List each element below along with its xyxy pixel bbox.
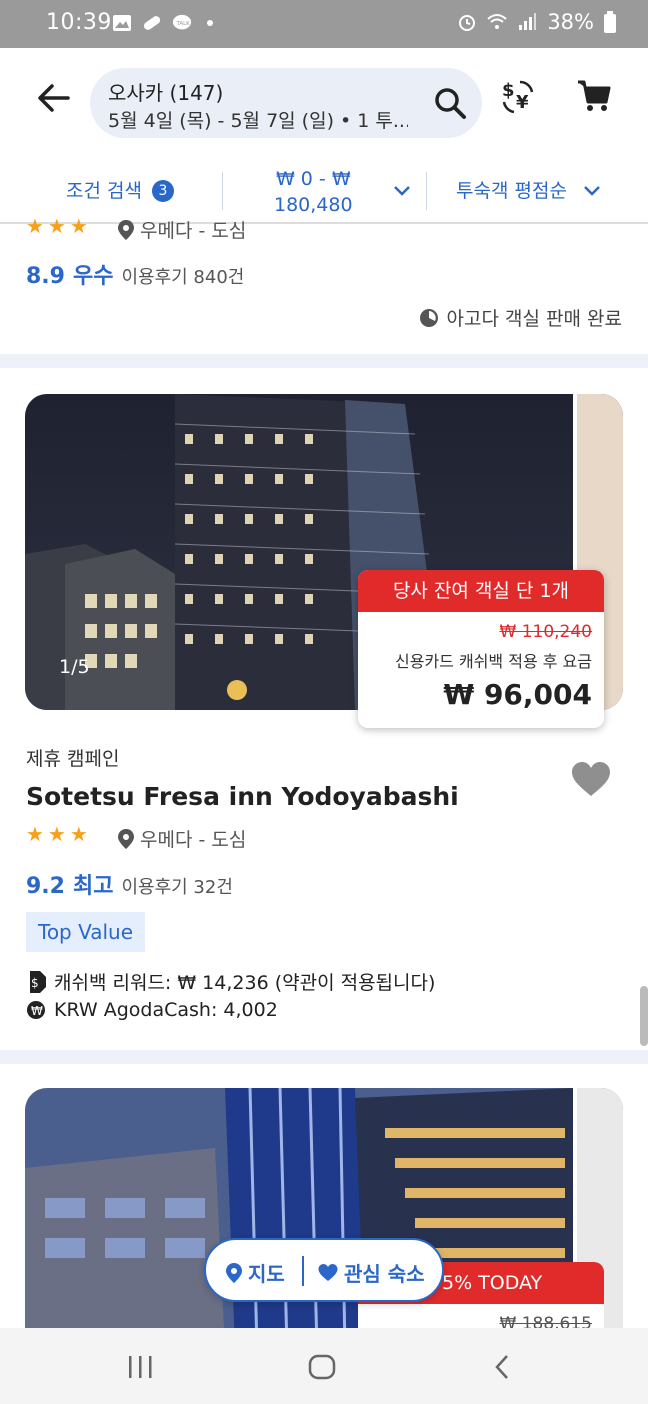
card-separator xyxy=(0,354,648,368)
sold-out-text: 아고다 객실 판매 완료 xyxy=(446,308,622,330)
location-pin-icon xyxy=(118,219,134,240)
rating-word: 우수 xyxy=(72,264,114,289)
cart-icon[interactable] xyxy=(576,78,612,114)
gallery-icon xyxy=(113,15,131,31)
location-pin-icon xyxy=(118,828,134,849)
system-icons: 38% xyxy=(457,10,616,34)
wifi-icon xyxy=(487,14,507,29)
agodacash-row: ₩ KRW AgodaCash: 4,002 xyxy=(26,999,278,1021)
dates-guests-text: 5월 4일 (목) - 5월 7일 (일) • 1 투... xyxy=(108,110,408,132)
chevron-down-icon[interactable] xyxy=(582,184,602,198)
review-count: 이용후기 840건 xyxy=(121,267,245,288)
sort-label: 투숙객 평점순 xyxy=(456,180,567,202)
price-range-button[interactable]: ₩ 0 - ₩ 180,480 xyxy=(274,166,353,218)
hotel-star-rating: ★★★ xyxy=(26,822,92,846)
campaign-label: 제휴 캠페인 xyxy=(26,748,120,770)
cashback-icon: $ xyxy=(30,970,46,993)
svg-text:TALK: TALK xyxy=(176,21,191,27)
rating-score: 9.2 xyxy=(26,874,65,899)
scrollbar-thumb[interactable] xyxy=(640,986,648,1046)
notification-icons: TALK xyxy=(112,13,222,33)
price-note: 신용카드 캐쉬백 적용 후 요금 xyxy=(395,652,592,671)
agodacash-icon: ₩ xyxy=(27,1001,45,1019)
filter-count-badge: 3 xyxy=(152,180,175,202)
svg-text:$: $ xyxy=(502,80,515,101)
filter-divider xyxy=(426,172,427,210)
alarm-icon xyxy=(459,15,476,31)
prev-card-location: 우메다 - 도심 xyxy=(118,216,246,243)
rooms-left-banner: 당사 잔여 객실 단 1개 xyxy=(358,570,604,612)
final-price: ₩ 96,004 xyxy=(443,678,592,711)
search-summary-bar[interactable]: 오사카 (147) 5월 4일 (목) - 5월 7일 (일) • 1 투... xyxy=(90,68,482,138)
location-text: 우메다 - 도심 xyxy=(140,220,247,242)
agodacash-text: KRW AgodaCash: 4,002 xyxy=(54,999,278,1021)
chevron-down-icon[interactable] xyxy=(392,184,412,198)
svg-text:₩: ₩ xyxy=(31,1004,43,1018)
map-favorites-pill: 지도 관심 숙소 xyxy=(204,1238,444,1302)
favorites-label: 관심 숙소 xyxy=(344,1262,425,1286)
svg-text:$: $ xyxy=(31,976,39,990)
price-range-line2: 180,480 xyxy=(274,194,353,216)
favorites-button[interactable]: 관심 숙소 xyxy=(318,1258,425,1287)
cashback-text: 캐쉬백 리워드: ₩ 14,236 (약관이 적용됩니다) xyxy=(54,972,436,994)
hotel-rating: 9.2 최고 이용후기 32건 xyxy=(26,868,233,900)
sort-button[interactable]: 투숙객 평점순 xyxy=(456,176,567,203)
heart-icon xyxy=(318,1263,338,1281)
condition-search-button[interactable]: 조건 검색 3 xyxy=(66,176,175,203)
recent-apps-icon[interactable] xyxy=(126,1354,156,1380)
signal-icon xyxy=(519,13,537,30)
sold-out-notice: 아고다 객실 판매 완료 xyxy=(419,304,622,331)
pill-icon xyxy=(143,16,161,30)
rating-score: 8.9 xyxy=(26,264,65,289)
cashback-row: $ 캐쉬백 리워드: ₩ 14,236 (약관이 적용됩니다) xyxy=(26,968,435,995)
condition-search-label: 조건 검색 xyxy=(66,180,142,202)
top-value-tag: Top Value xyxy=(26,912,146,952)
dot-icon xyxy=(207,20,213,26)
filter-bar: 조건 검색 3 ₩ 0 - ₩ 180,480 투숙객 평점순 xyxy=(0,152,648,224)
filter-divider xyxy=(222,172,223,210)
talk-icon: TALK xyxy=(172,14,192,30)
search-icon[interactable] xyxy=(432,85,468,121)
status-bar: 10:39 TALK 38% xyxy=(0,0,648,48)
status-time: 10:39 xyxy=(46,10,112,35)
currency-exchange-icon[interactable]: $ ¥ xyxy=(500,76,536,116)
hotel-name[interactable]: Sotetsu Fresa inn Yodoyabashi xyxy=(26,782,459,811)
app-header: 오사카 (147) 5월 4일 (목) - 5월 7일 (일) • 1 투...… xyxy=(0,48,648,152)
battery-icon xyxy=(604,11,616,33)
prev-card-rating: 8.9 우수 이용후기 840건 xyxy=(26,258,244,290)
price-box: 당사 잔여 객실 단 1개 ₩ 110,240 신용카드 캐쉬백 적용 후 요금… xyxy=(358,570,604,728)
back-icon[interactable] xyxy=(492,1354,512,1380)
rating-word: 최고 xyxy=(72,874,114,899)
home-icon[interactable] xyxy=(308,1354,336,1380)
prev-card-stars: ★★★ xyxy=(26,214,92,238)
review-count: 이용후기 32건 xyxy=(121,877,233,898)
location-pin-icon xyxy=(226,1262,242,1283)
photo-counter: 1/5 xyxy=(59,656,90,678)
svg-text:¥: ¥ xyxy=(516,92,529,113)
hotel-location: 우메다 - 도심 xyxy=(118,825,246,852)
back-arrow-icon[interactable] xyxy=(34,78,74,118)
price-range-line1: ₩ 0 - ₩ xyxy=(275,168,351,190)
favorite-heart-icon[interactable] xyxy=(571,762,611,798)
card-separator xyxy=(0,1050,648,1064)
star-rating: ★★★ xyxy=(26,214,92,238)
clock-icon xyxy=(419,308,438,327)
original-price: ₩ 110,240 xyxy=(499,622,592,642)
map-label: 지도 xyxy=(248,1262,285,1286)
system-nav-bar xyxy=(0,1328,648,1404)
battery-percent: 38% xyxy=(547,10,594,34)
star-rating: ★★★ xyxy=(26,822,92,846)
destination-text: 오사카 (147) xyxy=(108,81,224,105)
pill-divider xyxy=(302,1256,304,1286)
map-button[interactable]: 지도 xyxy=(226,1258,285,1287)
location-text: 우메다 - 도심 xyxy=(140,829,247,851)
